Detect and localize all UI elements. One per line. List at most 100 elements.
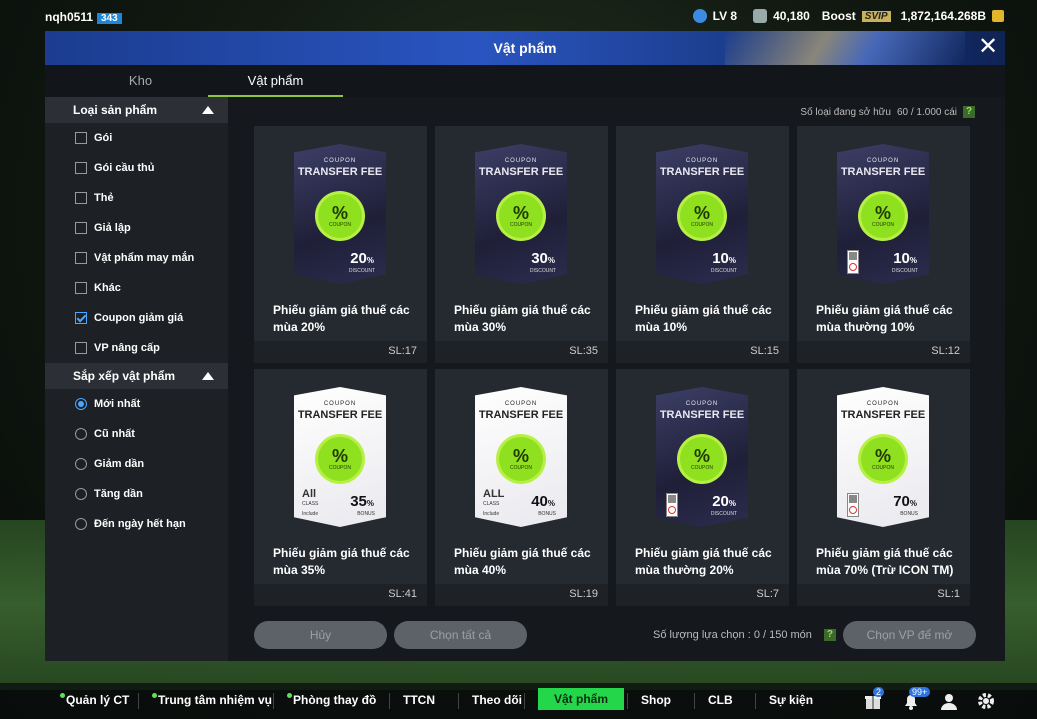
item-quantity: SL:15 bbox=[750, 345, 779, 357]
all-class-mark: All CLASS Include bbox=[302, 489, 318, 519]
nav-item[interactable]: Theo dõi bbox=[472, 693, 522, 707]
sort-option[interactable]: Cũ nhất bbox=[45, 419, 228, 449]
nav-item-label: Vật phẩm bbox=[554, 692, 609, 706]
coupon-percent-value: 35 bbox=[350, 493, 367, 510]
filter-option[interactable]: VP nâng cấp bbox=[45, 333, 228, 363]
sort-option[interactable]: Giảm dần bbox=[45, 449, 228, 479]
sort-option[interactable]: Tăng dần bbox=[45, 479, 228, 509]
badge-percent-sign: % bbox=[693, 203, 710, 223]
notification-dot-icon bbox=[287, 693, 292, 698]
checkbox[interactable] bbox=[75, 222, 87, 234]
coupon-percent-value: 70 bbox=[893, 493, 910, 510]
badge-sub-text: COUPON bbox=[329, 222, 351, 228]
sort-option[interactable]: Đến ngày hết hạn bbox=[45, 509, 228, 539]
tab-vat-pham[interactable]: Vật phẩm bbox=[208, 73, 343, 97]
sort-option-label: Mới nhất bbox=[94, 398, 141, 410]
help-icon[interactable]: ? bbox=[823, 629, 836, 641]
radio-button[interactable] bbox=[75, 398, 87, 410]
coupon-type: DISCOUNT bbox=[710, 511, 737, 517]
tab-kho[interactable]: Kho bbox=[73, 73, 208, 95]
coupon-percent-sign: % bbox=[547, 499, 555, 508]
nav-item[interactable]: Phòng thay đồ bbox=[287, 693, 376, 707]
percent-badge-icon: % COUPON bbox=[861, 437, 905, 481]
filter-option[interactable]: Vật phẩm may mắn bbox=[45, 243, 228, 273]
checkbox[interactable] bbox=[75, 312, 87, 324]
item-quantity: SL:7 bbox=[756, 588, 779, 600]
item-card[interactable]: COUPON TRANSFER FEE% COUPON 70% BONUS Phiếu g… bbox=[797, 369, 970, 606]
radio-button[interactable] bbox=[75, 518, 87, 530]
coupon-type: DISCOUNT bbox=[348, 268, 375, 274]
item-name: Phiếu giảm giá thuế các mùa 20% bbox=[273, 303, 410, 334]
all-class-mark: ALL CLASS Include bbox=[483, 489, 504, 519]
radio-button[interactable] bbox=[75, 488, 87, 500]
badge-percent-sign: % bbox=[512, 446, 529, 466]
class-label: CLASS bbox=[302, 501, 319, 507]
nav-item[interactable]: Shop bbox=[641, 693, 671, 707]
coupon-small-text: COUPON bbox=[323, 158, 357, 164]
item-card[interactable]: COUPON TRANSFER FEE% COUPON 30% DISCOUNT Phiế… bbox=[435, 126, 608, 363]
filter-option-label: Vật phẩm may mắn bbox=[94, 252, 195, 264]
filter-option-label: Gói cầu thủ bbox=[94, 162, 155, 174]
collapse-triangle-icon[interactable] bbox=[202, 372, 214, 380]
radio-button[interactable] bbox=[75, 428, 87, 440]
item-card[interactable]: COUPON TRANSFER FEE% COUPON 20% DISCOUNT Phiế… bbox=[254, 126, 427, 363]
coupon-percent-value: 30 bbox=[531, 250, 548, 267]
nav-item[interactable]: Trung tâm nhiệm vụ bbox=[152, 693, 272, 707]
sort-option[interactable]: Mới nhất bbox=[45, 389, 228, 419]
boost-label[interactable]: Boost bbox=[822, 9, 856, 23]
coupon-small-text: COUPON bbox=[685, 401, 719, 407]
item-card[interactable]: COUPON TRANSFER FEE% COUPON 40% BONUS ALL CLAS… bbox=[435, 369, 608, 606]
collapse-triangle-icon[interactable] bbox=[202, 106, 214, 114]
coupon-percent-value: 10 bbox=[893, 250, 910, 267]
filter-option[interactable]: Giả lập bbox=[45, 213, 228, 243]
open-items-button[interactable]: Chọn VP để mở bbox=[843, 621, 976, 649]
filter-option[interactable]: Gói cầu thủ bbox=[45, 153, 228, 183]
item-card[interactable]: COUPON TRANSFER FEE% COUPON 10% DISCOUNT Phiế… bbox=[797, 126, 970, 363]
trophy-icon bbox=[753, 9, 768, 23]
filter-option[interactable]: Gói bbox=[45, 123, 228, 153]
class-label: CLASS bbox=[483, 501, 500, 507]
filter-option[interactable]: Thẻ bbox=[45, 183, 228, 213]
points-text: 40,180 bbox=[773, 9, 810, 23]
profile-icon[interactable] bbox=[939, 691, 959, 711]
product-type-header[interactable]: Loại sản phẩm bbox=[45, 97, 228, 123]
nav-item[interactable]: CLB bbox=[708, 693, 733, 707]
cancel-button[interactable]: Hủy bbox=[254, 621, 387, 649]
gear-icon[interactable] bbox=[976, 691, 996, 711]
checkbox[interactable] bbox=[75, 342, 87, 354]
checkbox[interactable] bbox=[75, 162, 87, 174]
restricted-icon bbox=[666, 493, 678, 517]
filter-option-label: Gói bbox=[94, 132, 113, 144]
checkbox[interactable] bbox=[75, 252, 87, 264]
coupon-title: TRANSFER FEE bbox=[659, 166, 745, 178]
sort-header[interactable]: Sắp xếp vật phẩm bbox=[45, 363, 228, 389]
user-info: nqh0511 343 bbox=[45, 10, 122, 24]
nav-item[interactable]: Sự kiện bbox=[769, 693, 813, 707]
coupon-percent-sign: % bbox=[728, 256, 736, 265]
item-card[interactable]: COUPON TRANSFER FEE% COUPON 20% DISCOUNT Phiế… bbox=[616, 369, 789, 606]
item-card[interactable]: COUPON TRANSFER FEE% COUPON 35% BONUS All CLAS… bbox=[254, 369, 427, 606]
checkbox[interactable] bbox=[75, 132, 87, 144]
coupon-title: TRANSFER FEE bbox=[297, 166, 383, 178]
nav-item-label: Phòng thay đồ bbox=[293, 693, 377, 707]
coupon-image: COUPON TRANSFER FEE% COUPON 20% DISCOUNT bbox=[656, 387, 748, 527]
coupon-percent-value: 40 bbox=[531, 493, 548, 510]
nav-item-label: Theo dõi bbox=[472, 693, 522, 707]
filter-option[interactable]: Khác bbox=[45, 273, 228, 303]
item-card[interactable]: COUPON TRANSFER FEE% COUPON 10% DISCOUNT Phiế… bbox=[616, 126, 789, 363]
nav-separator bbox=[458, 693, 459, 709]
checkbox[interactable] bbox=[75, 192, 87, 204]
notification-dot-icon bbox=[60, 693, 65, 698]
radio-button[interactable] bbox=[75, 458, 87, 470]
filter-option[interactable]: Coupon giảm giá bbox=[45, 303, 228, 333]
select-all-button[interactable]: Chọn tất cả bbox=[394, 621, 527, 649]
help-icon[interactable]: ? bbox=[963, 106, 975, 118]
nav-item[interactable]: Quản lý CT bbox=[60, 693, 129, 707]
badge-percent-sign: % bbox=[874, 203, 891, 223]
coupon-image: COUPON TRANSFER FEE% COUPON 35% BONUS All CLAS… bbox=[294, 387, 386, 527]
nav-item[interactable]: TTCN bbox=[403, 693, 435, 707]
nav-item[interactable]: Vật phẩm bbox=[538, 688, 625, 710]
coupon-image: COUPON TRANSFER FEE% COUPON 30% DISCOUNT bbox=[475, 144, 567, 284]
close-icon[interactable]: ✕ bbox=[977, 35, 999, 59]
checkbox[interactable] bbox=[75, 282, 87, 294]
